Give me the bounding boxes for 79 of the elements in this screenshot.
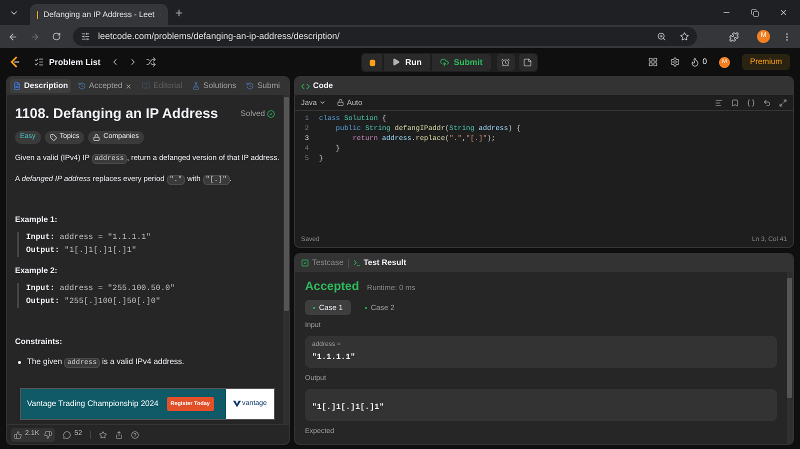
panel-tab[interactable]: Accepted	[75, 79, 136, 93]
scrollbar[interactable]	[787, 272, 793, 444]
lock-icon	[336, 99, 344, 106]
share-icon[interactable]	[115, 430, 124, 438]
verdict-text: Accepted	[305, 278, 360, 295]
dislike-icon[interactable]	[44, 430, 52, 438]
tab-icon	[13, 82, 21, 90]
ad-headline: Vantage Trading Championship 2024	[27, 398, 158, 410]
reset-icon[interactable]	[763, 98, 771, 106]
panel-tab[interactable]: Testcase	[301, 257, 344, 269]
output-value: "1[.]1[.]1[.]1"	[312, 402, 384, 412]
forward-icon[interactable]	[30, 32, 40, 42]
favorite-icon[interactable]	[99, 430, 108, 438]
panel-tab[interactable]: Solutions	[189, 79, 240, 93]
site-settings-icon[interactable]	[81, 32, 90, 41]
url-text: leetcode.com/problems/defanging-an-ip-address/description/	[98, 30, 341, 43]
terminal-icon	[352, 259, 361, 267]
problem-title: 1108. Defanging an IP Address	[15, 104, 218, 123]
brand-logo-icon	[233, 400, 242, 408]
cloud-upload-icon	[440, 58, 449, 66]
problem-list-link[interactable]: Problem List	[49, 56, 100, 68]
tab-title: Defanging an IP Address - Leet	[43, 8, 155, 20]
note-glyph-icon	[523, 58, 532, 66]
example-line: Output: "1[.]1[.]1[.]1"	[26, 245, 138, 257]
panel-tab[interactable]: Description	[10, 79, 72, 93]
premium-button[interactable]: Premium	[742, 54, 790, 70]
zoom-icon[interactable]	[657, 32, 666, 41]
restore-icon[interactable]	[751, 8, 759, 16]
caret-icon	[318, 99, 326, 106]
bookmark-star-icon[interactable]	[680, 32, 689, 41]
constraints-heading: Constraints:	[15, 336, 64, 348]
layout-icon[interactable]	[648, 57, 658, 67]
alarm-clock-icon	[501, 58, 510, 66]
panel-title: Code	[313, 80, 333, 92]
bookmark-icon[interactable]	[731, 98, 739, 106]
tab-icon	[142, 82, 150, 90]
input-value: "1.1.1.1"	[312, 352, 356, 364]
timer-icon[interactable]	[496, 54, 515, 70]
example-heading: Example 1:	[15, 214, 58, 226]
browser-tab[interactable]: Defanging an IP Address - Leet	[30, 4, 168, 25]
list-icon	[34, 57, 44, 67]
note-icon[interactable]	[518, 54, 537, 70]
format-icon[interactable]	[715, 98, 723, 106]
tab-icon	[78, 82, 86, 90]
example-heading: Example 2:	[15, 265, 58, 277]
tab-icon	[192, 82, 200, 90]
back-icon[interactable]	[8, 32, 18, 42]
checkbox-icon	[301, 259, 309, 267]
new-tab-icon[interactable]	[174, 8, 184, 18]
like-icon[interactable]	[14, 430, 22, 438]
extensions-icon[interactable]	[729, 32, 739, 42]
panel-tab[interactable]: Test Result	[352, 257, 406, 269]
streak-count: 0	[702, 56, 707, 68]
reload-icon[interactable]	[52, 32, 61, 41]
debug-icon[interactable]	[362, 54, 382, 70]
example-line: Input: address = "255.100.50.0"	[26, 283, 176, 295]
bullet-icon	[18, 360, 21, 364]
lock-icon	[93, 134, 100, 141]
close-window-icon[interactable]	[779, 8, 788, 17]
code-icon	[301, 82, 310, 90]
streak-icon[interactable]	[690, 57, 700, 67]
help-icon[interactable]	[131, 430, 140, 438]
tab-icon	[246, 82, 254, 90]
comment-icon[interactable]	[63, 430, 72, 438]
panel-tab[interactable]: Submi	[243, 79, 283, 93]
example-line: Output: "255[.]100[.]50[.]0"	[26, 296, 162, 308]
example-line: Input: address = "1.1.1.1"	[26, 232, 152, 244]
address-field[interactable]: leetcode.com/problems/defanging-an-ip-address/description/	[73, 27, 697, 46]
settings-icon[interactable]	[670, 57, 680, 67]
shuffle-icon[interactable]	[146, 57, 156, 67]
check-circle-icon	[267, 110, 275, 118]
submit-button[interactable]: Submit	[432, 54, 491, 70]
scrollbar[interactable]	[283, 95, 289, 424]
play-icon	[392, 58, 400, 66]
tag-icon	[50, 134, 57, 141]
braces-icon[interactable]	[747, 98, 755, 106]
run-button[interactable]: Run	[384, 54, 430, 70]
solved-status: Solved	[240, 108, 275, 120]
expand-icon[interactable]	[779, 98, 787, 106]
